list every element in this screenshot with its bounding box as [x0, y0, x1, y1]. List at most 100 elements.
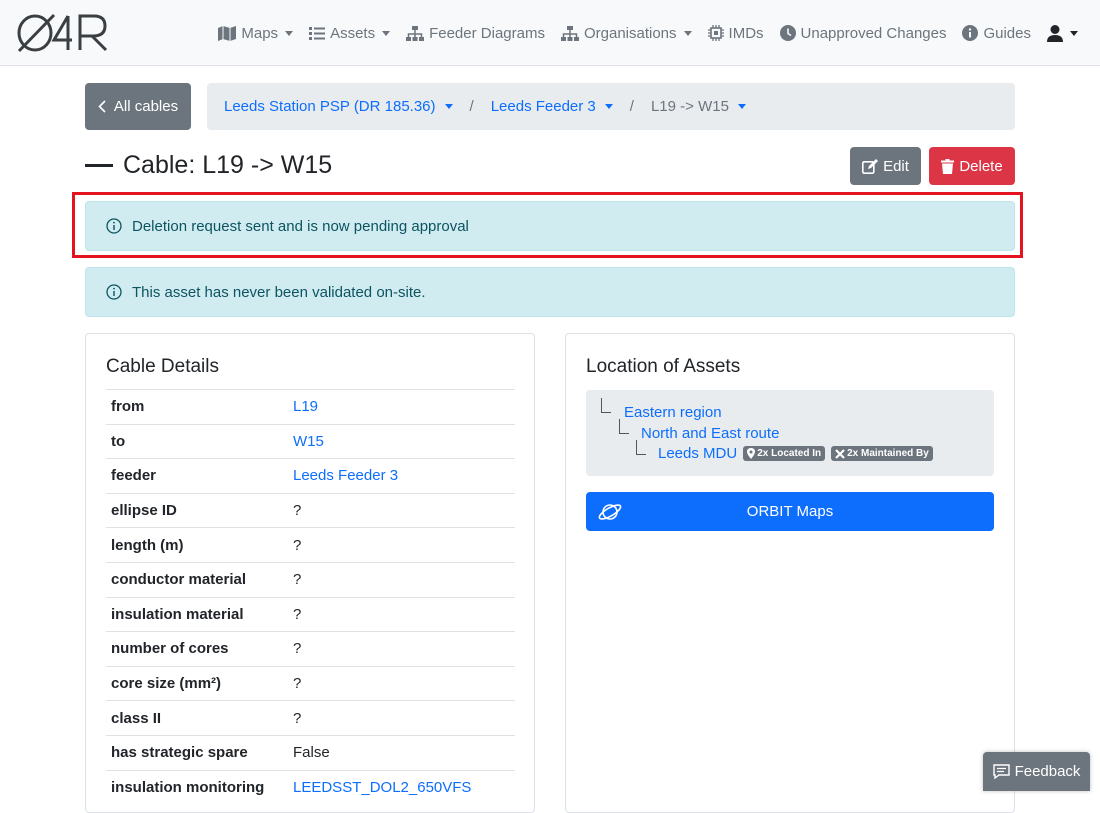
delete-button[interactable]: Delete — [929, 147, 1015, 185]
detail-value-link[interactable]: L19 — [293, 398, 318, 415]
table-row: feeder Leeds Feeder 3 — [106, 458, 515, 494]
chevron-down-icon — [683, 30, 692, 36]
detail-value-cell: L19 — [288, 390, 515, 425]
breadcrumb-separator: / — [469, 98, 474, 115]
navbar: Maps Assets Feeder Diagrams Organisation… — [0, 0, 1100, 66]
table-row: length (m)? — [106, 527, 515, 563]
nav-feeder-diagrams-label: Feeder Diagrams — [429, 24, 545, 42]
nav-guides[interactable]: Guides — [962, 25, 1031, 42]
detail-key: number of cores — [111, 640, 229, 658]
detail-value: False — [293, 744, 330, 762]
detail-key: has strategic spare — [111, 744, 248, 762]
sitemap-icon — [406, 25, 425, 41]
table-row: insulation material? — [106, 597, 515, 632]
highlight-box — [72, 192, 1023, 258]
location-card: Location of Assets Eastern region North … — [565, 333, 1015, 813]
nav-imds[interactable]: IMDs — [707, 25, 764, 42]
map-marker-icon — [747, 448, 756, 459]
detail-value-cell: LEEDSST_DOL2_650VFS — [288, 770, 515, 805]
nav-guides-label: Guides — [983, 24, 1031, 42]
table-row: has strategic spare False — [106, 735, 515, 770]
detail-value-link[interactable]: LEEDSST_DOL2_650VFS — [293, 779, 471, 796]
detail-key: insulation material — [111, 605, 244, 623]
page-title-text: Cable: L19 -> W15 — [123, 150, 333, 179]
location-title: Location of Assets — [586, 356, 741, 377]
list-icon — [309, 26, 326, 40]
detail-value-link[interactable]: W15 — [293, 433, 324, 450]
maintained-by-badge: 2x Maintained By — [831, 446, 933, 461]
tree-connector — [636, 440, 646, 455]
detail-key: insulation monitoring — [111, 779, 265, 797]
table-row: ellipse ID? — [106, 493, 515, 528]
chevron-down-icon — [382, 30, 391, 36]
detail-value-cell: ? — [288, 562, 515, 597]
maintained-by-label: 2x Maintained By — [847, 448, 929, 459]
tree-node-mdu[interactable]: Leeds MDU 2x Located In 2x Maintained By — [658, 445, 933, 462]
breadcrumb-station[interactable]: Leeds Station PSP (DR 185.36) — [224, 98, 453, 115]
nav-maps-label: Maps — [241, 24, 279, 42]
nav-unapproved-changes-label: Unapproved Changes — [800, 24, 947, 42]
detail-value-cell: W15 — [288, 424, 515, 459]
map-icon — [218, 25, 237, 41]
detail-key: feeder — [111, 467, 157, 485]
comment-icon — [992, 764, 1010, 779]
nav-organisations[interactable]: Organisations — [560, 25, 692, 42]
trash-icon — [941, 158, 955, 174]
clock-icon — [779, 25, 796, 41]
nav-menu: Maps Assets Feeder Diagrams Organisation… — [218, 0, 1078, 66]
detail-value-cell: False — [288, 735, 515, 770]
detail-value: ? — [293, 675, 302, 693]
delete-label: Delete — [959, 157, 1003, 175]
detail-value: ? — [293, 640, 302, 658]
detail-key: class II — [111, 709, 162, 727]
nav-feeder-diagrams[interactable]: Feeder Diagrams — [406, 25, 545, 42]
tools-icon — [835, 448, 845, 459]
user-icon — [1047, 24, 1063, 42]
chip-icon — [707, 25, 724, 41]
breadcrumb: Leeds Station PSP (DR 185.36) / Leeds Fe… — [207, 83, 1015, 130]
chevron-down-icon — [1070, 30, 1078, 36]
tree-node-mdu-label: Leeds MDU — [658, 445, 738, 462]
cable-details-table: from L19 to W15 feeder Leeds Feeder 3 ellipse … — [106, 389, 515, 805]
nav-unapproved-changes[interactable]: Unapproved Changes — [779, 24, 947, 42]
detail-value-cell: ? — [288, 666, 515, 701]
nav-assets-label: Assets — [330, 24, 376, 42]
cable-icon — [85, 163, 113, 167]
tree-connector — [619, 419, 629, 434]
table-row: conductor material? — [106, 562, 515, 597]
table-row: core size (mm²)? — [106, 666, 515, 701]
table-row: from L19 — [106, 389, 515, 425]
nav-assets[interactable]: Assets — [309, 24, 391, 42]
table-row: to W15 — [106, 424, 515, 459]
orbit-maps-button[interactable]: ORBIT Maps — [586, 492, 994, 531]
info-icon — [962, 25, 979, 41]
breadcrumb-separator: / — [629, 98, 634, 115]
detail-value-link[interactable]: Leeds Feeder 3 — [293, 467, 398, 484]
tree-node-route[interactable]: North and East route — [641, 425, 779, 442]
breadcrumb-current[interactable]: L19 -> W15 — [651, 98, 746, 115]
breadcrumb-feeder-label: Leeds Feeder 3 — [490, 98, 596, 115]
all-cables-label: All cables — [113, 98, 179, 115]
planet-icon — [598, 504, 622, 520]
chevron-down-icon — [285, 30, 294, 36]
nav-maps[interactable]: Maps — [218, 24, 294, 42]
detail-value-cell: ? — [288, 632, 515, 667]
tree-node-region-label: Eastern region — [624, 404, 722, 421]
edit-icon — [862, 158, 879, 174]
o4r-logo[interactable] — [16, 12, 108, 54]
tree-node-region[interactable]: Eastern region — [624, 404, 722, 421]
tree-connector — [601, 398, 611, 413]
detail-value-cell: ? — [288, 528, 515, 563]
detail-key: ellipse ID — [111, 502, 177, 520]
nav-user-menu[interactable] — [1047, 24, 1078, 42]
edit-button[interactable]: Edit — [850, 147, 921, 185]
location-tree: Eastern region North and East route Leed… — [586, 390, 994, 476]
validation-text: This asset has never been validated on-s… — [132, 283, 426, 301]
all-cables-button[interactable]: All cables — [85, 83, 191, 130]
breadcrumb-feeder[interactable]: Leeds Feeder 3 — [491, 98, 613, 115]
orbit-maps-label: ORBIT Maps — [746, 503, 834, 520]
logo-graphic — [17, 13, 108, 53]
detail-value-cell: Leeds Feeder 3 — [288, 459, 515, 494]
chevron-down-icon — [444, 104, 453, 109]
feedback-button[interactable]: Feedback — [983, 752, 1090, 791]
